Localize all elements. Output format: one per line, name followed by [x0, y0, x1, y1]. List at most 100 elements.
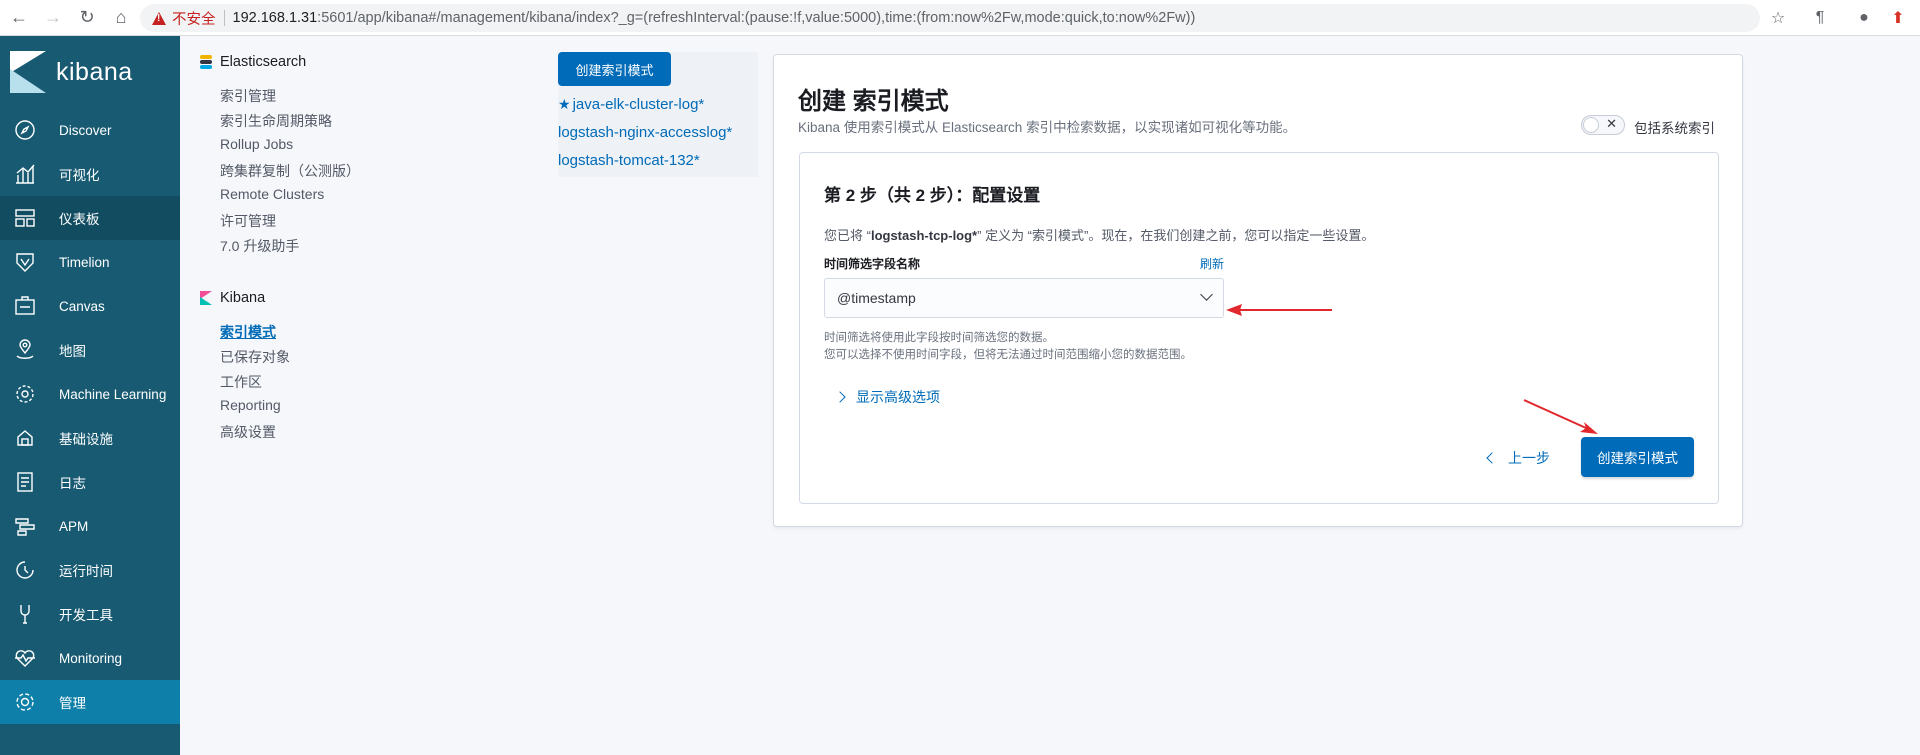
browser-toolbar: ← → ↻ ⌂ 不安全 192.168.1.31:5601/app/kibana… — [0, 0, 1920, 36]
insecure-label: 不安全 — [172, 11, 216, 28]
canvas-icon — [14, 295, 36, 317]
kibana-sidebar: kibana Discover 可视化 仪表板 Timelion Canvas … — [0, 36, 180, 755]
nav-item-logs[interactable]: 日志 — [0, 460, 180, 504]
pattern-link[interactable]: logstash-tomcat-132* — [558, 152, 700, 169]
home-icon[interactable]: ⌂ — [106, 3, 136, 33]
page-description: Kibana 使用索引模式从 Elasticsearch 索引中检索数据，以实现… — [798, 120, 1297, 135]
monitoring-icon — [14, 647, 36, 669]
infrastructure-icon — [14, 427, 36, 449]
profile-icon[interactable]: ● — [1850, 4, 1878, 32]
nav-item-monitoring[interactable]: Monitoring — [0, 636, 180, 680]
nav-item-label: Canvas — [59, 298, 105, 314]
time-field-select[interactable]: @timestamp — [824, 278, 1224, 318]
elasticsearch-icon — [200, 55, 212, 69]
machine-learning-icon — [14, 383, 36, 405]
es-link-upgrade-assistant[interactable]: 7.0 升级助手 — [220, 236, 299, 256]
update-icon[interactable]: ⬆ — [1884, 4, 1912, 32]
step-description: 您已将 “logstash-tcp-log*” 定义为 “索引模式”。现在，在我… — [824, 228, 1375, 243]
nav-item-label: 日志 — [59, 476, 86, 491]
nav-item-infrastructure[interactable]: 基础设施 — [0, 416, 180, 460]
nav-item-label: APM — [59, 518, 89, 534]
apm-icon — [14, 515, 36, 537]
kibana-link-index-patterns[interactable]: 索引模式 — [220, 322, 276, 342]
kibana-link-advanced-settings[interactable]: 高级设置 — [220, 422, 276, 442]
nav-item-label: 管理 — [59, 696, 86, 711]
nav-item-apm[interactable]: APM — [0, 504, 180, 548]
chevron-down-icon — [1200, 288, 1213, 301]
kibana-link-saved-objects[interactable]: 已保存对象 — [220, 347, 290, 367]
timelion-icon — [14, 251, 36, 273]
step-title: 第 2 步（共 2 步）：配置设置 — [824, 186, 1041, 205]
nav-item-uptime[interactable]: 运行时间 — [0, 548, 180, 592]
gear-icon — [14, 691, 36, 713]
kibana-link-reporting[interactable]: Reporting — [220, 397, 281, 413]
uptime-icon — [14, 559, 36, 581]
logs-icon — [14, 471, 36, 493]
refresh-link[interactable]: 刷新 — [1200, 255, 1224, 272]
es-link-remote-clusters[interactable]: Remote Clusters — [220, 186, 324, 202]
nav-item-label: 基础设施 — [59, 432, 113, 447]
url-path: :5601/app/kibana#/management/kibana/inde… — [317, 10, 1196, 26]
compass-icon — [14, 119, 36, 141]
nav-item-management[interactable]: 管理 — [0, 680, 180, 724]
es-link-cross-cluster-replication[interactable]: 跨集群复制（公测版） — [220, 161, 360, 181]
url-host: 192.168.1.31 — [232, 10, 318, 26]
show-advanced-options-link[interactable]: 显示高级选项 — [834, 387, 940, 407]
time-field-help: 时间筛选将使用此字段按时间筛选您的数据。 — [824, 332, 1054, 344]
toggle-knob — [1583, 117, 1599, 133]
time-field-value: @timestamp — [837, 290, 916, 306]
nav-item-label: Discover — [59, 122, 112, 138]
chevron-left-icon — [1486, 452, 1498, 464]
forward-arrow-icon[interactable]: → — [38, 3, 68, 33]
nav-item-discover[interactable]: Discover — [0, 108, 180, 152]
dev-tools-icon — [14, 603, 36, 625]
nav-item-timelion[interactable]: Timelion — [0, 240, 180, 284]
warning-icon — [152, 11, 166, 25]
page-title: 创建 索引模式 — [798, 88, 949, 115]
kibana-logo-text: kibana — [56, 57, 133, 86]
bookmark-star-icon[interactable]: ☆ — [1764, 4, 1792, 32]
es-link-index-management[interactable]: 索引管理 — [220, 86, 276, 106]
kibana-logo[interactable]: kibana — [0, 36, 180, 108]
nav-item-label: 开发工具 — [59, 608, 113, 623]
extension-icon[interactable]: ¶ — [1806, 4, 1834, 32]
reload-icon[interactable]: ↻ — [72, 3, 102, 33]
create-index-pattern-button[interactable]: 创建索引模式 — [1581, 437, 1694, 477]
create-index-pattern-top-button[interactable]: 创建索引模式 — [558, 52, 671, 86]
es-link-rollup-jobs[interactable]: Rollup Jobs — [220, 136, 293, 152]
es-link-license-management[interactable]: 许可管理 — [220, 211, 276, 231]
nav-item-dashboard[interactable]: 仪表板 — [0, 196, 180, 240]
nav-item-label: 仪表板 — [59, 212, 100, 227]
visualize-icon — [14, 163, 36, 185]
nav-item-label: Machine Learning — [59, 386, 167, 402]
back-button[interactable]: 上一步 — [1486, 448, 1550, 468]
nav-item-canvas[interactable]: Canvas — [0, 284, 180, 328]
back-arrow-icon[interactable]: ← — [4, 3, 34, 33]
management-nav: Elasticsearch 索引管理 索引生命周期策略 Rollup Jobs … — [180, 36, 540, 755]
pattern-link[interactable]: logstash-nginx-accesslog* — [558, 124, 732, 141]
kibana-section-title: Kibana — [200, 290, 265, 306]
annotation-arrow-icon — [1523, 399, 1598, 434]
dashboard-icon — [14, 207, 36, 229]
nav-item-label: 可视化 — [59, 168, 100, 183]
address-separator — [223, 10, 225, 26]
pattern-name: logstash-tcp-log* — [870, 228, 978, 243]
pattern-link-default[interactable]: ★ java-elk-cluster-log* — [558, 96, 704, 113]
time-field-help: 您可以选择不使用时间字段，但将无法通过时间范围缩小您的数据范围。 — [824, 349, 1192, 361]
nav-item-machine-learning[interactable]: Machine Learning — [0, 372, 180, 416]
kibana-small-icon — [200, 291, 212, 305]
chevron-right-icon — [834, 391, 846, 403]
nav-item-maps[interactable]: 地图 — [0, 328, 180, 372]
elasticsearch-section-title: Elasticsearch — [200, 54, 306, 70]
address-bar[interactable]: 不安全 192.168.1.31:5601/app/kibana#/manage… — [140, 4, 1760, 32]
nav-item-label: 运行时间 — [59, 564, 113, 579]
kibana-link-spaces[interactable]: 工作区 — [220, 372, 262, 392]
include-system-indices-toggle[interactable]: ✕ — [1581, 115, 1625, 135]
star-icon: ★ — [558, 96, 571, 112]
nav-item-dev-tools[interactable]: 开发工具 — [0, 592, 180, 636]
nav-item-label: Timelion — [59, 254, 110, 270]
time-filter-field-label: 时间筛选字段名称 — [824, 257, 921, 271]
close-icon: ✕ — [1606, 116, 1617, 131]
es-link-ilm-policies[interactable]: 索引生命周期策略 — [220, 111, 332, 131]
nav-item-visualize[interactable]: 可视化 — [0, 152, 180, 196]
